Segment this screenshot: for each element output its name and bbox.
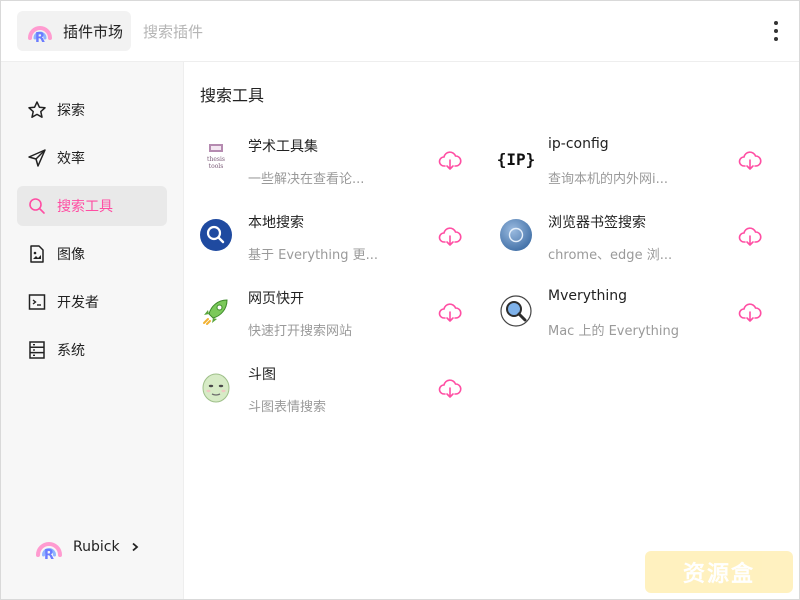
cloud-download-icon[interactable] [438, 225, 462, 249]
image-file-icon [27, 244, 47, 264]
magnifier-icon [500, 295, 532, 327]
user-name: Rubick [73, 539, 120, 555]
app-title-chip[interactable]: R 插件市场 [17, 11, 132, 51]
plugin-item[interactable]: 网页快开 快速打开搜索网站 [200, 288, 480, 356]
app-title: 插件市场 [63, 22, 124, 41]
plugin-item[interactable]: 本地搜索 基于 Everything 更... [200, 212, 480, 280]
database-icon [27, 340, 47, 360]
plugin-search-input[interactable] [143, 19, 703, 45]
more-dot [774, 29, 778, 33]
thesis-tools-icon-label: thesis [207, 156, 225, 163]
main-panel: 搜索工具 thesis tools 学术工具集 一些解决在查看论... {IP}… [185, 62, 799, 599]
section-title: 搜索工具 [200, 86, 265, 105]
plugin-description: 一些解决在查看论... [248, 172, 365, 187]
sidebar-item-label: 搜索工具 [57, 199, 113, 215]
plugin-item[interactable]: thesis tools 学术工具集 一些解决在查看论... [200, 136, 480, 204]
more-menu-button[interactable] [771, 19, 781, 43]
plugin-description: chrome、edge 浏... [548, 248, 673, 263]
cloud-download-icon[interactable] [738, 149, 762, 173]
plugin-name: Mverything [548, 288, 628, 304]
plugin-item[interactable]: 斗图 斗图表情搜索 [200, 364, 480, 432]
top-bar: R 插件市场 [1, 1, 799, 62]
plugin-description: 基于 Everything 更... [248, 248, 379, 263]
plugin-name: 浏览器书签搜索 [548, 215, 646, 231]
sidebar-item-efficiency[interactable]: 效率 [17, 138, 167, 178]
svg-text:R: R [44, 548, 54, 561]
sidebar-item-label: 图像 [57, 247, 85, 263]
sidebar-item-label: 效率 [57, 151, 85, 167]
more-dot [774, 21, 778, 25]
plugin-description: 查询本机的内外网i... [548, 172, 669, 187]
sidebar-item-explore[interactable]: 探索 [17, 90, 167, 130]
plugin-name: ip-config [548, 136, 609, 152]
sidebar-item-developer[interactable]: 开发者 [17, 282, 167, 322]
ip-icon: {IP} [496, 149, 536, 169]
user-profile[interactable]: R Rubick [35, 533, 140, 561]
sidebar-item-label: 系统 [57, 343, 85, 359]
chevron-right-icon [131, 542, 138, 552]
cloud-download-icon[interactable] [438, 301, 462, 325]
plugin-name: 学术工具集 [248, 139, 318, 155]
plugin-name: 斗图 [248, 367, 276, 383]
watermark: 资源盒 [645, 551, 793, 593]
plugin-description: 快速打开搜索网站 [248, 324, 353, 339]
plugin-item[interactable]: {IP} ip-config 查询本机的内外网i... [496, 136, 780, 204]
cloud-download-icon[interactable] [438, 377, 462, 401]
plugin-description: Mac 上的 Everything [548, 324, 679, 339]
svg-text:R: R [35, 31, 45, 44]
bookmark-search-icon [500, 219, 532, 251]
plugin-name: 网页快开 [248, 291, 304, 307]
plugin-description: 斗图表情搜索 [248, 400, 327, 415]
plugin-item[interactable]: Mverything Mac 上的 Everything [500, 288, 780, 356]
more-dot [774, 37, 778, 41]
cloud-download-icon[interactable] [438, 149, 462, 173]
plugin-item[interactable]: 浏览器书签搜索 chrome、edge 浏... [500, 212, 780, 280]
sidebar-item-search-tools[interactable]: 搜索工具 [17, 186, 167, 226]
sidebar-item-image[interactable]: 图像 [17, 234, 167, 274]
star-icon [27, 100, 47, 120]
rocket-icon [200, 295, 232, 327]
thesis-tools-icon: thesis tools [200, 143, 232, 175]
svg-text:tools: tools [209, 163, 224, 170]
sidebar-item-label: 开发者 [57, 295, 99, 311]
avatar: R [36, 542, 62, 561]
plugin-market-window: R 插件市场 探索 效率 搜索工具 [0, 0, 800, 600]
cloud-download-icon[interactable] [738, 225, 762, 249]
local-search-icon [200, 219, 232, 251]
sidebar: 探索 效率 搜索工具 图像 开发者 系统 R Rubick [1, 62, 184, 599]
terminal-icon [27, 292, 47, 312]
rubick-logo-icon: R [28, 26, 52, 44]
sidebar-item-system[interactable]: 系统 [17, 330, 167, 370]
meme-face-icon [200, 371, 232, 403]
sidebar-item-label: 探索 [57, 103, 85, 119]
send-icon [27, 148, 47, 168]
plugin-name: 本地搜索 [248, 215, 304, 231]
search-icon [27, 196, 47, 216]
cloud-download-icon[interactable] [738, 301, 762, 325]
